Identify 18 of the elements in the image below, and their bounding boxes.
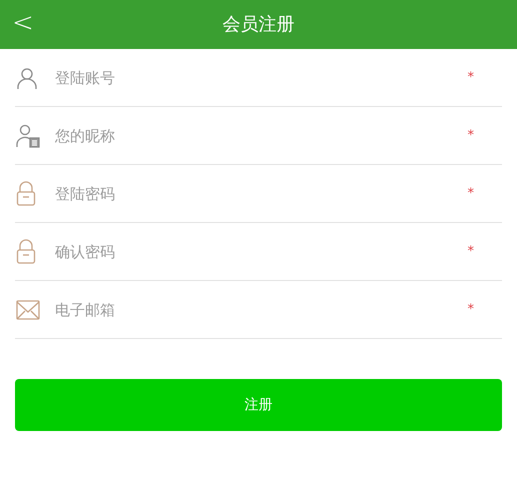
register-button[interactable]: 注册 xyxy=(15,379,502,431)
required-mark: * xyxy=(468,184,474,203)
user-icon xyxy=(16,66,38,88)
user-card-icon xyxy=(16,124,42,148)
lock-icon xyxy=(16,180,36,206)
page-title: 会员注册 xyxy=(222,13,294,37)
back-button[interactable]: < xyxy=(12,8,34,38)
envelope-icon xyxy=(16,300,40,320)
required-mark: * xyxy=(468,68,474,87)
lock-icon xyxy=(16,238,36,264)
input-field[interactable]: 登陆密码 xyxy=(55,176,468,212)
required-mark: * xyxy=(468,242,474,261)
required-mark: * xyxy=(468,300,474,319)
input-field[interactable]: 确认密码 xyxy=(55,234,468,270)
required-mark: * xyxy=(468,126,474,145)
input-field[interactable]: 电子邮箱 xyxy=(55,292,468,328)
input-field[interactable]: 登陆账号 xyxy=(55,60,468,96)
input-field[interactable]: 您的昵称 xyxy=(55,118,468,154)
